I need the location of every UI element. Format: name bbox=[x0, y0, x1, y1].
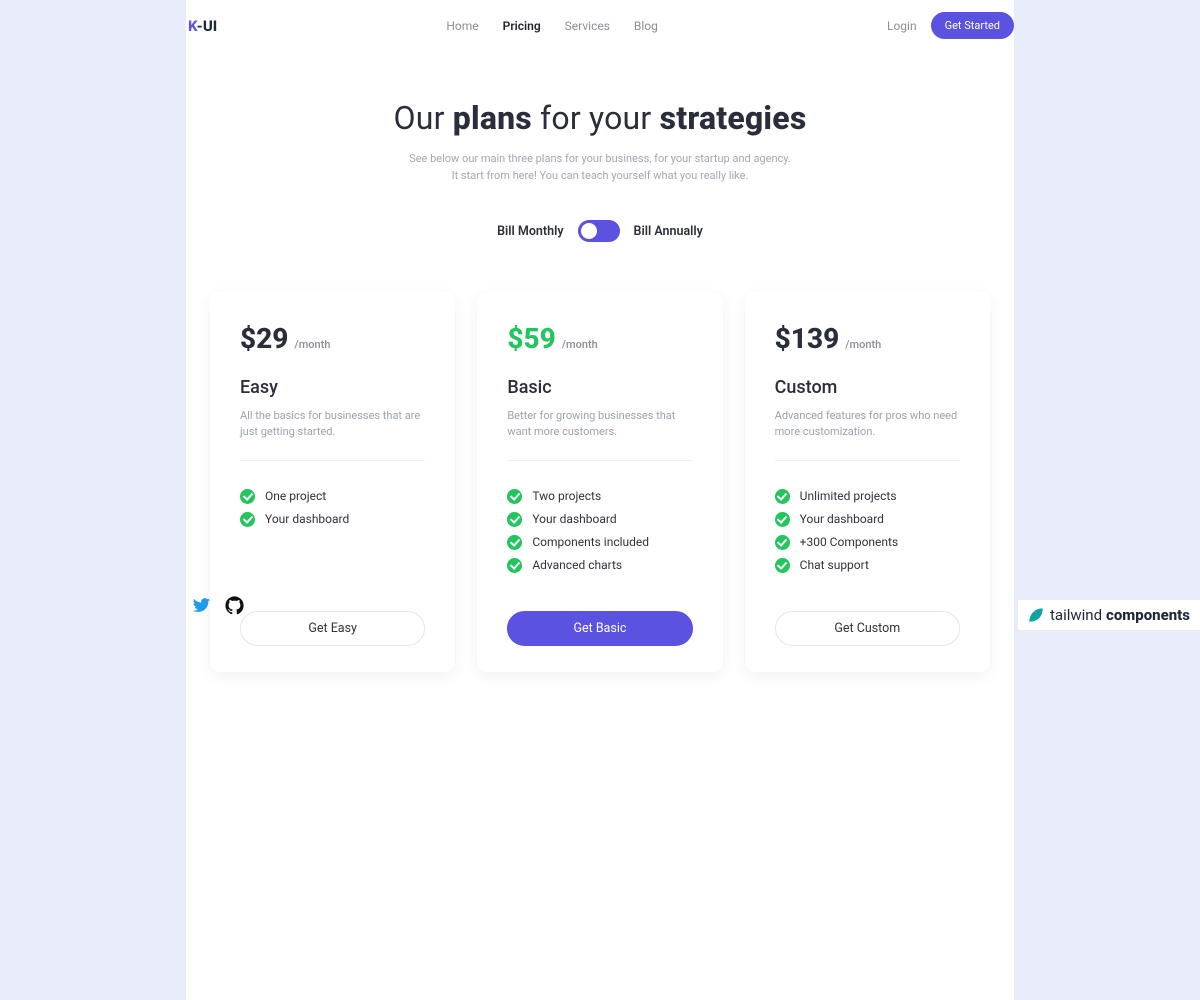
plan-feature: One project bbox=[240, 489, 425, 504]
nav-services[interactable]: Services bbox=[565, 19, 610, 33]
tailwindcomponents-watermark: tailwindcomponents bbox=[1018, 600, 1200, 630]
plan-card-basic: $59 /month Basic Better for growing busi… bbox=[477, 292, 722, 672]
page-title: Our plans for your strategies bbox=[226, 99, 974, 137]
plan-card-easy: $29 /month Easy All the basics for busin… bbox=[210, 292, 455, 672]
check-icon bbox=[775, 535, 790, 550]
check-icon bbox=[775, 489, 790, 504]
check-icon bbox=[775, 512, 790, 527]
plan-feature: Chat support bbox=[775, 558, 960, 573]
plan-period: /month bbox=[562, 338, 598, 351]
leaf-icon bbox=[1026, 605, 1046, 625]
plan-price: $59 bbox=[507, 322, 555, 355]
plan-desc: Better for growing businesses that want … bbox=[507, 408, 692, 440]
plan-name: Basic bbox=[507, 377, 692, 398]
brand-rest: -UI bbox=[196, 17, 217, 35]
check-icon bbox=[240, 512, 255, 527]
plan-feature: Two projects bbox=[507, 489, 692, 504]
plan-desc: Advanced features for pros who need more… bbox=[775, 408, 960, 440]
get-basic-button[interactable]: Get Basic bbox=[507, 611, 692, 646]
plan-desc: All the basics for businesses that are j… bbox=[240, 408, 425, 440]
plan-feature: +300 Components bbox=[775, 535, 960, 550]
nav-blog[interactable]: Blog bbox=[634, 19, 658, 33]
get-easy-button[interactable]: Get Easy bbox=[240, 611, 425, 646]
check-icon bbox=[507, 489, 522, 504]
bill-monthly-label[interactable]: Bill Monthly bbox=[497, 224, 563, 239]
page-subtitle: See below our main three plans for your … bbox=[226, 151, 974, 184]
plan-period: /month bbox=[294, 338, 330, 351]
login-link[interactable]: Login bbox=[887, 19, 917, 33]
twitter-icon[interactable] bbox=[192, 596, 211, 615]
divider bbox=[507, 460, 692, 461]
plan-feature: Advanced charts bbox=[507, 558, 692, 573]
plan-name: Easy bbox=[240, 377, 425, 398]
plan-period: /month bbox=[845, 338, 881, 351]
toggle-knob bbox=[581, 223, 597, 239]
divider bbox=[240, 460, 425, 461]
bill-annually-label[interactable]: Bill Annually bbox=[634, 224, 703, 239]
get-started-button[interactable]: Get Started bbox=[931, 12, 1014, 39]
nav-home[interactable]: Home bbox=[446, 19, 478, 33]
plan-price: $29 bbox=[240, 322, 288, 355]
check-icon bbox=[507, 512, 522, 527]
plan-feature: Your dashboard bbox=[775, 512, 960, 527]
plan-price: $139 bbox=[775, 322, 840, 355]
plan-feature: Unlimited projects bbox=[775, 489, 960, 504]
plan-name: Custom bbox=[775, 377, 960, 398]
plan-card-custom: $139 /month Custom Advanced features for… bbox=[745, 292, 990, 672]
nav-pricing[interactable]: Pricing bbox=[503, 19, 541, 33]
plan-feature: Your dashboard bbox=[240, 512, 425, 527]
get-custom-button[interactable]: Get Custom bbox=[775, 611, 960, 646]
plan-feature: Your dashboard bbox=[507, 512, 692, 527]
nav-links: Home Pricing Services Blog bbox=[446, 19, 658, 33]
github-icon[interactable] bbox=[225, 596, 244, 615]
plan-feature: Components included bbox=[507, 535, 692, 550]
divider bbox=[775, 460, 960, 461]
check-icon bbox=[507, 535, 522, 550]
check-icon bbox=[775, 558, 790, 573]
check-icon bbox=[507, 558, 522, 573]
brand-logo[interactable]: K-UI bbox=[186, 17, 217, 35]
billing-toggle[interactable] bbox=[578, 220, 620, 242]
check-icon bbox=[240, 489, 255, 504]
